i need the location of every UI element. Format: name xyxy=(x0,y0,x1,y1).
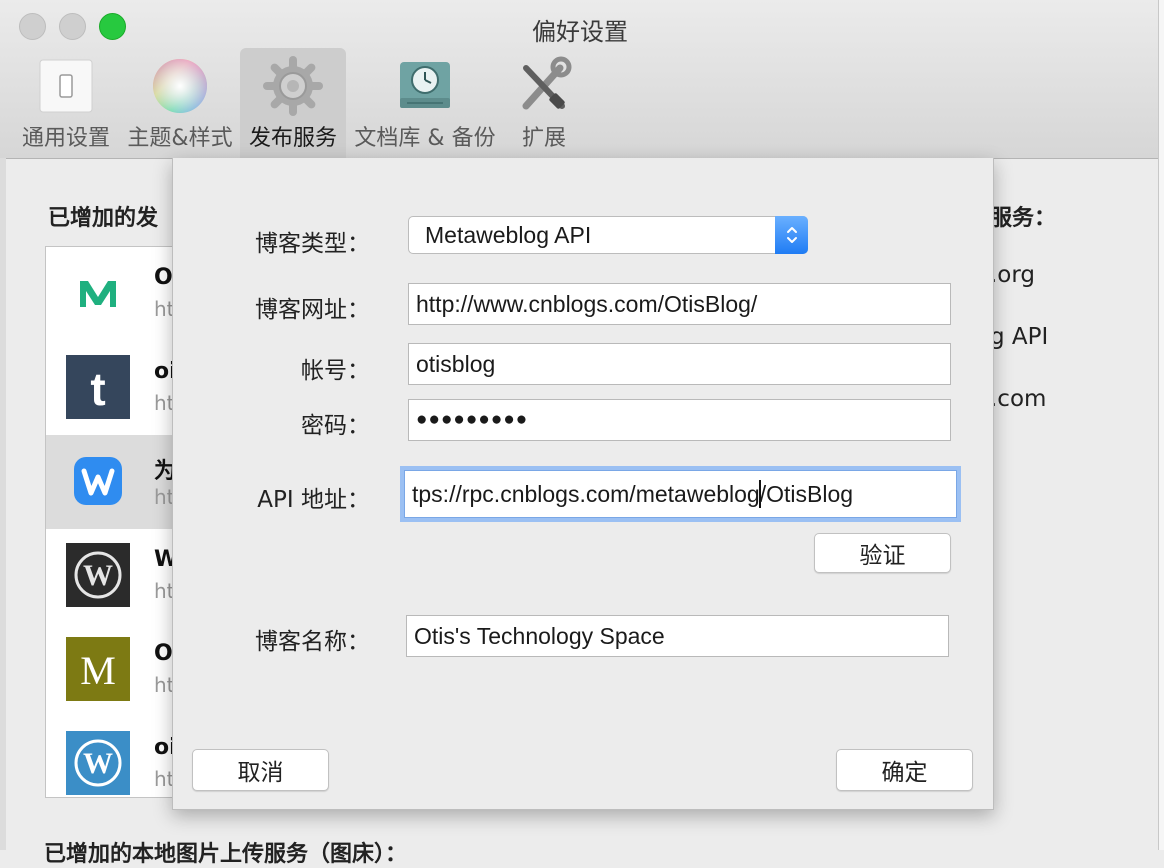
window-title: 偏好设置 xyxy=(532,18,628,46)
svg-text:t: t xyxy=(90,363,105,415)
account-label: 帐号： xyxy=(301,358,370,384)
toolbar-tab-label: 通用设置 xyxy=(21,126,110,151)
blog-type-value: Metaweblog API xyxy=(425,221,592,248)
toolbar-tab-library-backup[interactable]: 文档库 & 备份 xyxy=(350,48,500,158)
list-item[interactable]: W oi ht xyxy=(46,717,186,797)
wordpress-blue-icon: W xyxy=(66,731,130,795)
list-item[interactable]: W W ht xyxy=(46,529,186,623)
toolbar-tab-theme[interactable]: 主题&样式 xyxy=(124,48,236,158)
switch-icon xyxy=(39,59,93,113)
blog-type-label: 博客类型： xyxy=(255,231,370,257)
movable-type-icon: M xyxy=(66,637,130,701)
list-item[interactable]: M O ht xyxy=(46,623,186,717)
tumblr-icon: t xyxy=(66,355,130,419)
service-option[interactable]: .com xyxy=(990,386,1046,412)
toolbar-tab-general[interactable]: 通用设置 xyxy=(14,48,118,158)
svg-text:W: W xyxy=(83,559,113,592)
toolbar-tab-label: 主题&样式 xyxy=(127,126,233,151)
toolbar-tab-label: 文档库 & 备份 xyxy=(354,126,496,151)
medium-icon xyxy=(80,281,116,307)
window-right-edge xyxy=(1158,0,1164,850)
list-item[interactable]: t oi ht xyxy=(46,341,186,435)
ok-button[interactable]: 确定 xyxy=(836,749,973,791)
list-item[interactable]: O ht xyxy=(46,247,186,341)
svg-text:W: W xyxy=(83,747,113,780)
api-url-label: API 地址： xyxy=(257,487,370,513)
service-option[interactable]: g API xyxy=(990,324,1048,350)
toolbar-tab-publish[interactable]: 发布服务 xyxy=(240,48,346,158)
chevron-up-down-icon xyxy=(786,227,797,243)
toolbar-tab-label: 扩展 xyxy=(521,126,566,151)
cancel-button[interactable]: 取消 xyxy=(192,749,329,791)
window-titlebar: 偏好设置 通用设置 主题&样式 发布服务 文档库 & 备份 扩展 xyxy=(0,0,1160,159)
verify-button[interactable]: 验证 xyxy=(814,533,951,573)
api-url-field[interactable]: tps://rpc.cnblogs.com/metaweblog/OtisBlo… xyxy=(404,470,957,518)
api-url-text: tps://rpc.cnblogs.com/metaweblog xyxy=(412,480,760,507)
publish-service-sheet: 博客类型： Metaweblog API 博客网址： http://www.cn… xyxy=(172,158,994,810)
service-option[interactable]: .org xyxy=(990,262,1035,288)
gear-icon xyxy=(263,56,323,116)
wiz-icon xyxy=(74,457,122,505)
toolbar-tab-extensions[interactable]: 扩展 xyxy=(504,48,584,158)
account-name: O xyxy=(154,641,173,666)
color-wheel-icon xyxy=(153,59,207,113)
blog-name-label: 博客名称： xyxy=(255,629,370,655)
account-list[interactable]: O ht t oi ht 为 ht W W ht M O ht W oi ht xyxy=(45,246,187,798)
blog-type-select[interactable]: Metaweblog API xyxy=(408,216,808,254)
added-services-heading: 已增加的发 xyxy=(48,206,159,231)
tools-icon xyxy=(522,56,572,110)
blog-url-label: 博客网址： xyxy=(255,297,370,323)
image-upload-services-heading: 已增加的本地图片上传服务（图床）： xyxy=(44,842,408,867)
available-services-heading: 服务： xyxy=(990,206,1057,231)
password-field[interactable]: ●●●●●●●●● xyxy=(408,399,951,441)
api-url-text-tail: /OtisBlog xyxy=(759,480,854,507)
blog-url-field[interactable]: http://www.cnblogs.com/OtisBlog/ xyxy=(408,283,951,325)
time-machine-icon xyxy=(400,62,450,108)
blog-name-field[interactable]: Otis's Technology Space xyxy=(406,615,949,657)
window-left-edge xyxy=(0,158,6,850)
password-label: 密码： xyxy=(301,413,370,439)
account-field[interactable]: otisblog xyxy=(408,343,951,385)
wordpress-dark-icon: W xyxy=(66,543,130,607)
svg-text:M: M xyxy=(80,648,116,693)
account-name: O xyxy=(154,265,173,290)
list-item[interactable]: 为 ht xyxy=(46,435,186,529)
toolbar-tab-label: 发布服务 xyxy=(248,126,337,151)
popup-stepper xyxy=(775,216,808,254)
